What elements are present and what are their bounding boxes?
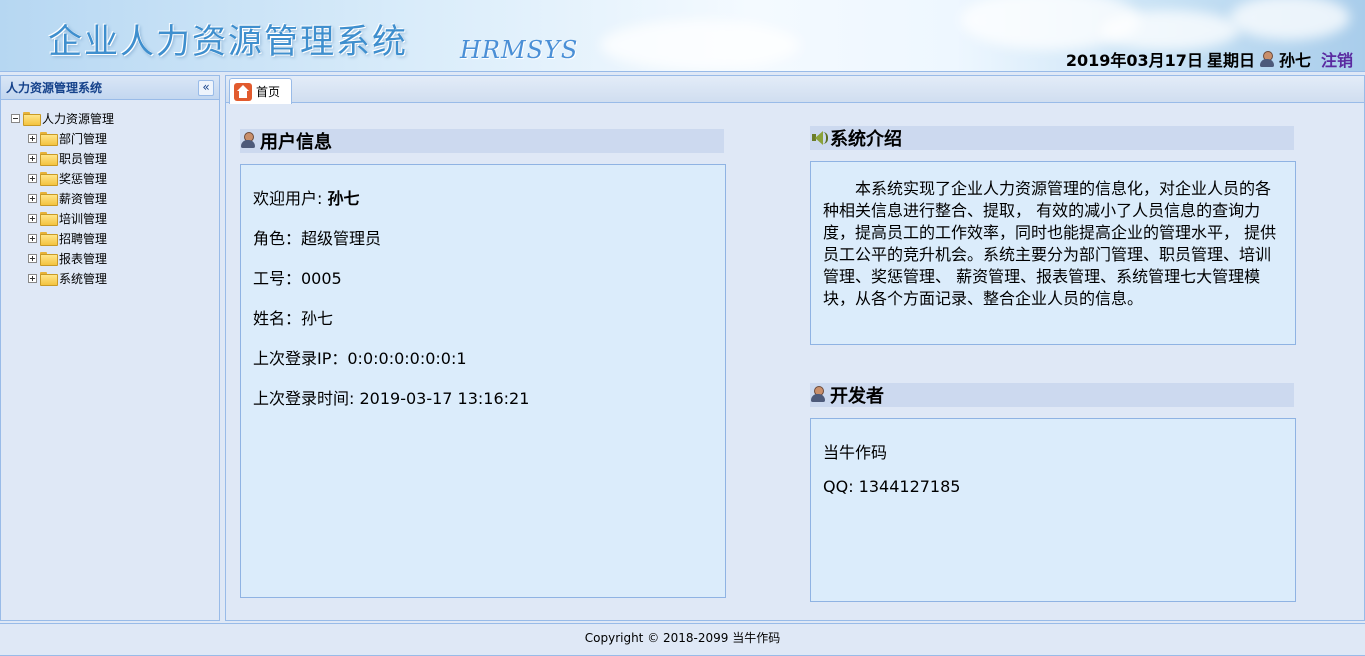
folder-icon: [40, 172, 58, 186]
collapse-sidebar-icon[interactable]: «: [198, 79, 214, 96]
main-panel: 首页 用户信息 欢迎用户: 孙七 角色：超级管理员 工号：0005 姓名：孙七 …: [225, 75, 1365, 621]
tab-bar: 首页: [226, 76, 1364, 104]
speaker-icon: [810, 129, 828, 147]
home-content: 用户信息 欢迎用户: 孙七 角色：超级管理员 工号：0005 姓名：孙七 上次登…: [226, 104, 1364, 620]
current-date: 2019年03月17日: [1065, 51, 1203, 70]
sidebar-item-system[interactable]: 系统管理: [11, 268, 219, 288]
user-last-ip: 上次登录IP：0:0:0:0:0:0:0:1: [253, 349, 467, 368]
header-cloud-decoration: [1230, 0, 1350, 40]
system-intro-text: 本系统实现了企业人力资源管理的信息化，对企业人员的各种相关信息进行整合、提取， …: [823, 179, 1277, 308]
current-weekday: 星期日: [1206, 51, 1255, 70]
sidebar-item-label: 培训管理: [59, 211, 108, 226]
developer-icon: [810, 386, 828, 404]
folder-icon: [40, 152, 58, 166]
user-employee-id: 工号：0005: [253, 269, 342, 288]
tree-root-label: 人力资源管理: [42, 111, 115, 126]
header-cloud-decoration: [600, 20, 800, 70]
system-title: 企业人力资源管理系统: [48, 22, 408, 62]
welcome-username: 孙七: [327, 189, 360, 208]
nav-tree: 人力资源管理 部门管理 职员管理 奖惩管理 薪资管理 培训管理 招聘管理 报表管…: [1, 100, 219, 288]
folder-icon: [40, 272, 58, 286]
user-info-header: 用户信息: [240, 129, 724, 153]
sidebar-item-label: 职员管理: [59, 151, 108, 166]
folder-icon: [40, 212, 58, 226]
developer-qq: QQ: 1344127185: [823, 477, 961, 496]
header-cloud-decoration: [1100, 10, 1240, 50]
user-bar: 2019年03月17日 星期日 孙七 注销: [1066, 47, 1353, 71]
welcome-label: 欢迎用户:: [253, 189, 323, 208]
tree-expand-icon[interactable]: [28, 253, 37, 263]
system-subtitle: HRMSYS: [460, 36, 579, 64]
tab-label: 首页: [256, 85, 281, 99]
system-intro-title: 系统介绍: [830, 129, 902, 150]
copyright-text: Copyright © 2018-2099 当牛作码: [584, 631, 781, 645]
sidebar-item-label: 报表管理: [59, 251, 108, 266]
user-last-login: 上次登录时间: 2019-03-17 13:16:21: [253, 389, 530, 408]
folder-open-icon: [23, 112, 41, 126]
sidebar-item-label: 系统管理: [59, 271, 108, 286]
app-header: 企业人力资源管理系统 HRMSYS 2019年03月17日 星期日 孙七 注销: [0, 0, 1365, 72]
tree-expand-icon[interactable]: [28, 173, 37, 183]
folder-icon: [40, 132, 58, 146]
user-icon: [1259, 51, 1275, 67]
developer-header: 开发者: [810, 383, 1294, 407]
sidebar-item-label: 招聘管理: [59, 231, 108, 246]
sidebar-item-salary[interactable]: 薪资管理: [11, 188, 219, 208]
sidebar-item-training[interactable]: 培训管理: [11, 208, 219, 228]
system-intro-box: 本系统实现了企业人力资源管理的信息化，对企业人员的各种相关信息进行整合、提取， …: [810, 161, 1296, 345]
user-icon: [240, 132, 258, 150]
tree-expand-icon[interactable]: [28, 133, 37, 143]
developer-box: 当牛作码 QQ: 1344127185: [810, 418, 1296, 602]
tree-expand-icon[interactable]: [28, 193, 37, 203]
sidebar-item-label: 部门管理: [59, 131, 108, 146]
tree-expand-icon[interactable]: [28, 213, 37, 223]
current-username: 孙七: [1278, 51, 1311, 70]
user-info-box: 欢迎用户: 孙七 角色：超级管理员 工号：0005 姓名：孙七 上次登录IP：0…: [240, 164, 726, 598]
sidebar-item-department[interactable]: 部门管理: [11, 128, 219, 148]
home-icon: [234, 82, 252, 101]
folder-icon: [40, 252, 58, 266]
folder-icon: [40, 192, 58, 206]
sidebar-title: 人力资源管理系统: [6, 81, 103, 95]
sidebar-item-label: 薪资管理: [59, 191, 108, 206]
sidebar-item-reports[interactable]: 报表管理: [11, 248, 219, 268]
tree-expand-icon[interactable]: [28, 233, 37, 243]
user-name: 姓名：孙七: [253, 309, 334, 328]
tree-root[interactable]: 人力资源管理: [11, 108, 219, 128]
sidebar-item-label: 奖惩管理: [59, 171, 108, 186]
tree-expand-icon[interactable]: [28, 153, 37, 163]
user-role: 角色：超级管理员: [253, 229, 382, 248]
sidebar-panel: 人力资源管理系统 « 人力资源管理 部门管理 职员管理 奖惩管理 薪资管理 培训…: [0, 75, 220, 621]
sidebar-item-staff[interactable]: 职员管理: [11, 148, 219, 168]
footer: Copyright © 2018-2099 当牛作码: [0, 623, 1365, 656]
sidebar-item-rewards[interactable]: 奖惩管理: [11, 168, 219, 188]
tree-expand-icon[interactable]: [28, 273, 37, 283]
tab-home[interactable]: 首页: [229, 78, 292, 104]
welcome-line: 欢迎用户: 孙七: [253, 185, 360, 209]
folder-icon: [40, 232, 58, 246]
tree-collapse-icon[interactable]: [11, 113, 20, 123]
sidebar-header: 人力资源管理系统 «: [1, 76, 219, 100]
developer-title: 开发者: [830, 386, 884, 407]
user-info-title: 用户信息: [260, 132, 332, 153]
system-intro-header: 系统介绍: [810, 126, 1294, 150]
developer-name: 当牛作码: [823, 443, 888, 462]
logout-link[interactable]: 注销: [1321, 47, 1353, 71]
sidebar-item-recruitment[interactable]: 招聘管理: [11, 228, 219, 248]
